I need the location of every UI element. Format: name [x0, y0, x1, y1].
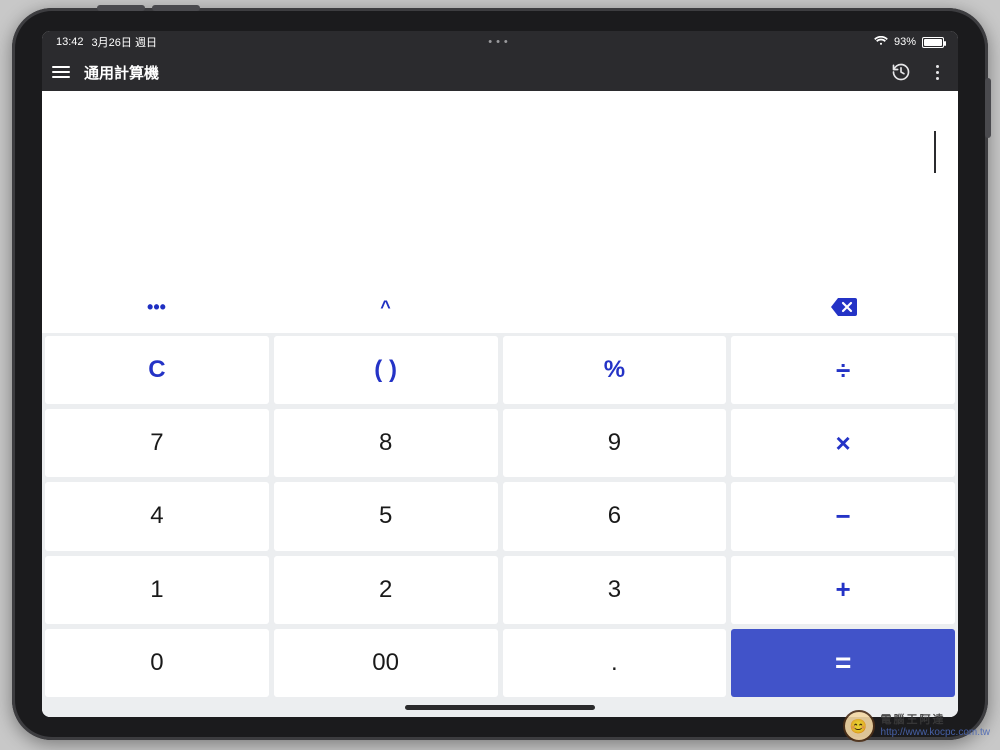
paren-button[interactable]: ( ) — [274, 336, 498, 404]
site-watermark: 😊 電腦王阿達 http://www.kocpc.com.tw — [843, 710, 990, 742]
digit-3-button[interactable]: 3 — [503, 556, 727, 624]
digit-8-button[interactable]: 8 — [274, 409, 498, 477]
wifi-icon — [874, 36, 888, 49]
plus-button[interactable]: + — [731, 556, 955, 624]
app-bar: 通用計算機 — [42, 53, 958, 91]
calc-display[interactable] — [42, 91, 958, 281]
menu-icon[interactable] — [52, 64, 70, 80]
backspace-button[interactable] — [729, 296, 958, 318]
status-bar: 13:42 3月26日 週日 ••• 93% — [42, 31, 958, 53]
history-icon[interactable] — [890, 61, 912, 83]
screen: 13:42 3月26日 週日 ••• 93% 通用計算機 — [42, 31, 958, 717]
digit-00-button[interactable]: 00 — [274, 629, 498, 697]
battery-pct: 93% — [894, 36, 916, 48]
volume-down-hw — [152, 5, 200, 11]
tablet-frame: 13:42 3月26日 週日 ••• 93% 通用計算機 — [12, 8, 988, 740]
digit-4-button[interactable]: 4 — [45, 482, 269, 550]
multiply-button[interactable]: × — [731, 409, 955, 477]
power-op-button[interactable]: ^ — [271, 297, 500, 318]
minus-button[interactable]: − — [731, 482, 955, 550]
power-hw — [985, 78, 991, 138]
digit-6-button[interactable]: 6 — [503, 482, 727, 550]
clear-button[interactable]: C — [45, 336, 269, 404]
digit-5-button[interactable]: 5 — [274, 482, 498, 550]
text-cursor — [934, 131, 936, 173]
digit-2-button[interactable]: 2 — [274, 556, 498, 624]
watermark-url: http://www.kocpc.com.tw — [881, 727, 990, 738]
overflow-icon[interactable] — [926, 61, 948, 83]
decimal-button[interactable]: . — [503, 629, 727, 697]
digit-9-button[interactable]: 9 — [503, 409, 727, 477]
divide-button[interactable]: ÷ — [731, 336, 955, 404]
percent-button[interactable]: % — [503, 336, 727, 404]
backspace-icon — [829, 296, 859, 318]
app-title: 通用計算機 — [84, 62, 159, 83]
digit-7-button[interactable]: 7 — [45, 409, 269, 477]
watermark-avatar-icon: 😊 — [843, 710, 875, 742]
volume-up-hw — [97, 5, 145, 11]
equals-button[interactable]: = — [731, 629, 955, 697]
keypad: C ( ) % ÷ 7 8 9 × 4 5 6 − 1 2 3 + 0 00 .… — [42, 333, 958, 717]
digit-0-button[interactable]: 0 — [45, 629, 269, 697]
digit-1-button[interactable]: 1 — [45, 556, 269, 624]
status-date: 3月26日 週日 — [92, 34, 157, 50]
multitask-pill[interactable]: ••• — [488, 36, 512, 48]
status-time: 13:42 — [56, 36, 84, 48]
more-functions-button[interactable]: ••• — [42, 297, 271, 318]
home-indicator[interactable] — [405, 705, 595, 710]
battery-icon — [922, 37, 944, 48]
watermark-title: 電腦王阿達 — [881, 714, 990, 726]
function-strip: ••• ^ — [42, 281, 958, 333]
